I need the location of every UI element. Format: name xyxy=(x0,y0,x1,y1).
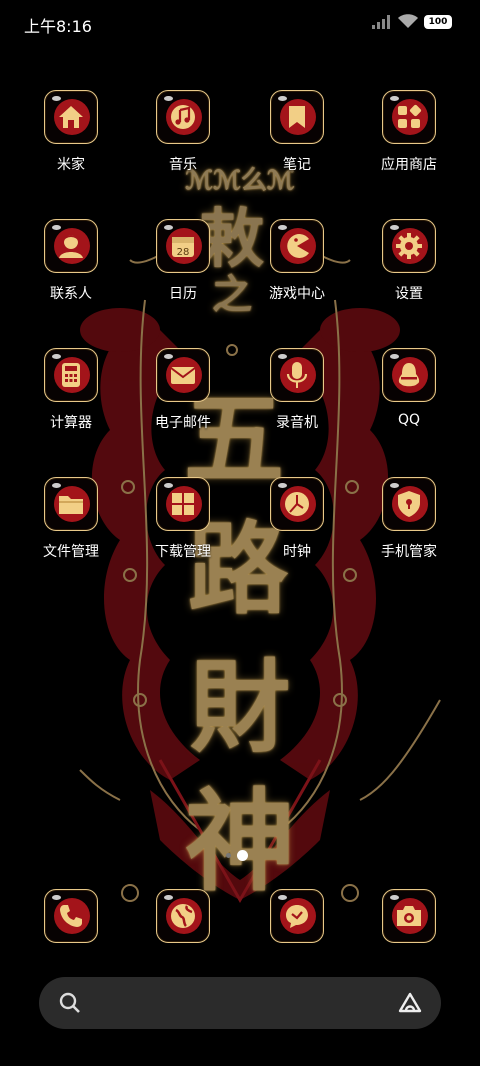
calculator-icon xyxy=(62,363,80,387)
dock-camera[interactable] xyxy=(354,889,464,943)
app-icon-frame xyxy=(270,219,324,273)
messages-icon xyxy=(286,905,308,928)
home-icon xyxy=(59,106,83,128)
app-label: 联系人 xyxy=(50,286,92,302)
app-calculator[interactable]: 计算器 xyxy=(16,348,126,432)
app-label: 设置 xyxy=(395,286,423,302)
app-icon-frame xyxy=(270,889,324,943)
app-icon-frame xyxy=(382,90,436,144)
phone-icon xyxy=(60,905,82,927)
app-icon-frame xyxy=(44,348,98,402)
app-icon-frame xyxy=(270,348,324,402)
assistant-icon[interactable] xyxy=(397,991,423,1015)
app-download-manager[interactable]: 下载管理 xyxy=(128,477,238,561)
envelope-icon xyxy=(170,367,196,384)
gear-icon xyxy=(396,233,422,259)
app-icon-frame xyxy=(382,477,436,531)
app-game-center[interactable]: 游戏中心 xyxy=(242,219,352,303)
app-label: QQ xyxy=(397,412,421,428)
app-settings[interactable]: 设置 xyxy=(354,219,464,303)
dock-browser[interactable] xyxy=(128,889,238,943)
signal-icon xyxy=(372,14,390,29)
app-store-icon xyxy=(398,104,422,128)
app-icon-frame xyxy=(382,348,436,402)
browser-globe-icon xyxy=(171,904,195,928)
app-label: 应用商店 xyxy=(381,157,437,173)
app-label: 下载管理 xyxy=(155,544,211,560)
app-music[interactable]: 音乐 xyxy=(128,90,238,174)
app-icon-frame xyxy=(156,90,210,144)
penguin-icon xyxy=(398,363,420,387)
app-label: 音乐 xyxy=(169,157,197,173)
app-icon-frame xyxy=(382,889,436,943)
app-mijia[interactable]: 米家 xyxy=(16,90,126,174)
folder-icon xyxy=(59,496,83,514)
calendar-date: 28 xyxy=(177,247,190,258)
status-time: 上午8:16 xyxy=(24,17,92,36)
app-icon-frame: 28 xyxy=(156,219,210,273)
app-label: 录音机 xyxy=(276,415,318,431)
clock-icon xyxy=(285,492,309,516)
pacman-icon xyxy=(287,234,309,258)
page-dot[interactable] xyxy=(226,853,231,858)
app-icon-frame xyxy=(44,477,98,531)
music-note-icon xyxy=(171,105,195,129)
app-store[interactable]: 应用商店 xyxy=(354,90,464,174)
app-icon-frame xyxy=(156,889,210,943)
app-phone-manager[interactable]: 手机管家 xyxy=(354,477,464,561)
app-icon-frame xyxy=(270,90,324,144)
app-label: 电子邮件 xyxy=(155,415,211,431)
app-icon-frame xyxy=(44,90,98,144)
app-label: 时钟 xyxy=(283,544,311,560)
app-email[interactable]: 电子邮件 xyxy=(128,348,238,432)
app-contacts[interactable]: 联系人 xyxy=(16,219,126,303)
shield-lock-icon xyxy=(398,491,420,517)
app-recorder[interactable]: 录音机 xyxy=(242,348,352,432)
search-bar[interactable] xyxy=(39,977,441,1029)
status-bar: 上午8:16 100 xyxy=(0,0,480,46)
dock-messages[interactable] xyxy=(242,889,352,943)
bookmark-icon xyxy=(289,106,305,128)
calendar-icon: 28 xyxy=(172,237,194,258)
app-label: 米家 xyxy=(57,157,85,173)
app-icon-frame xyxy=(156,348,210,402)
search-icon[interactable] xyxy=(59,992,81,1014)
dock-phone[interactable] xyxy=(16,889,126,943)
app-clock[interactable]: 时钟 xyxy=(242,477,352,561)
app-icon-frame xyxy=(44,219,98,273)
microphone-icon xyxy=(286,362,308,388)
app-label: 计算器 xyxy=(50,415,92,431)
app-file-manager[interactable]: 文件管理 xyxy=(16,477,126,561)
app-label: 文件管理 xyxy=(43,544,99,560)
app-label: 手机管家 xyxy=(381,544,437,560)
app-label: 笔记 xyxy=(283,157,311,173)
app-icon-frame xyxy=(270,477,324,531)
page-indicator[interactable] xyxy=(226,850,248,861)
download-grid-icon xyxy=(172,493,194,515)
app-icon-frame xyxy=(156,477,210,531)
app-qq[interactable]: QQ xyxy=(354,348,464,428)
battery-icon: 100 xyxy=(424,14,452,29)
contacts-icon xyxy=(59,235,83,258)
app-icon-frame xyxy=(44,889,98,943)
app-calendar[interactable]: 28 日历 xyxy=(128,219,238,303)
camera-icon xyxy=(397,906,421,926)
app-notes[interactable]: 笔记 xyxy=(242,90,352,174)
app-icon-frame xyxy=(382,219,436,273)
app-label: 日历 xyxy=(169,286,197,302)
wifi-icon xyxy=(398,14,418,28)
page-dot-active[interactable] xyxy=(237,850,248,861)
app-label: 游戏中心 xyxy=(269,286,325,302)
